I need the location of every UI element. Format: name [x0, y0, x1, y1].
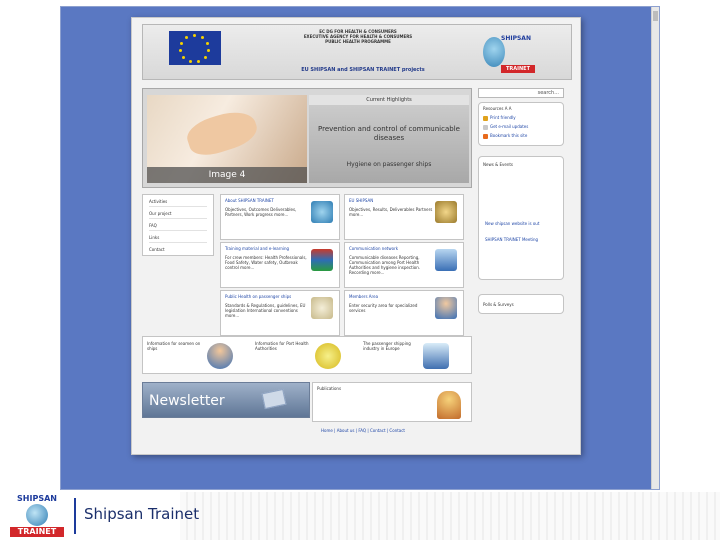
- agency-text: EC DG FOR HEALTH & CONSUMERS EXECUTIVE A…: [273, 29, 443, 44]
- logo-text-bottom: TRAINET: [501, 65, 535, 73]
- books-icon: [311, 249, 333, 271]
- print-link-label: Print friendly: [490, 115, 516, 120]
- computer-icon: [435, 249, 457, 271]
- public-health-cell[interactable]: Public Health on passenger ships Standar…: [220, 290, 340, 336]
- search-input[interactable]: search...: [478, 88, 564, 98]
- members-cell[interactable]: Members Area Enter security area for spe…: [344, 290, 464, 336]
- email-updates-link[interactable]: Get e-mail updates: [483, 124, 528, 130]
- block-title: The passenger shipping industry in Europ…: [363, 341, 411, 351]
- highlight-subline[interactable]: Hygiene on passenger ships: [309, 161, 469, 168]
- reader-icon: [437, 391, 461, 419]
- bookmark-label: Bookmark this site: [490, 133, 528, 138]
- cell-title[interactable]: About SHIPSAN TRAINET: [225, 198, 309, 203]
- left-navigation: Activities Our project FAQ Links Contact: [142, 194, 214, 256]
- website-screenshot: EC DG FOR HEALTH & CONSUMERS EXECUTIVE A…: [60, 6, 660, 490]
- cell-title[interactable]: Members Area: [349, 294, 433, 299]
- logo-text-bottom: TRAINET: [10, 527, 64, 537]
- block-title: Information for Port Health Authorities: [255, 341, 309, 351]
- cell-body: Objectives, Results, Deliverables Partne…: [349, 207, 433, 217]
- footer-stripe: [180, 492, 720, 540]
- cell-title[interactable]: EU SHIPSAN: [349, 198, 433, 203]
- cell-body: Communicable diseases Reporting, Communi…: [349, 255, 421, 275]
- shipsan-trainet-logo: SHIPSAN TRAINET: [10, 494, 64, 538]
- image-caption: Image 4: [147, 167, 307, 183]
- email-icon: [483, 124, 488, 130]
- block-title: Information for seamen on ships: [147, 341, 201, 351]
- sailor-icon: [207, 343, 233, 369]
- magnifier-icon: [311, 297, 333, 319]
- news-item[interactable]: SHIPSAN TRAINET Meeting: [485, 237, 559, 242]
- slide: EC DG FOR HEALTH & CONSUMERS EXECUTIVE A…: [0, 0, 720, 540]
- nav-item-our-project[interactable]: Our project: [149, 209, 207, 219]
- polls-box: Polls & Surveys: [478, 294, 564, 314]
- highlight-image[interactable]: Image 4: [147, 95, 307, 183]
- footer-links[interactable]: Home | About us | FAQ | Contact | Contac…: [308, 428, 418, 433]
- communication-cell[interactable]: Communication network Communicable disea…: [344, 242, 464, 288]
- print-icon: [483, 115, 488, 121]
- current-highlights-tab[interactable]: Current Highlights: [309, 95, 469, 105]
- cell-body: For crew members: Health Professionals, …: [225, 255, 307, 270]
- person-icon: [435, 297, 457, 319]
- cell-body: Objectives, Outcomes Deliverables, Partn…: [225, 207, 297, 217]
- globe-icon: [26, 504, 48, 526]
- highlight-headline: Prevention and control of communicable d…: [318, 125, 460, 142]
- print-link[interactable]: Print friendly: [483, 115, 516, 121]
- newsletter-banner[interactable]: Newsletter: [142, 382, 310, 418]
- highlight-text-panel: Current Highlights Prevention and contro…: [309, 95, 469, 183]
- bookmark-link[interactable]: Bookmark this site: [483, 133, 527, 139]
- agency-line-3: PUBLIC HEALTH PROGRAMME: [325, 39, 391, 44]
- port-authorities-block[interactable]: Information for Port Health Authorities: [253, 339, 359, 373]
- bookmark-icon: [483, 133, 488, 139]
- cell-title[interactable]: Training material and e-learning: [225, 246, 309, 251]
- logo-text-top: SHIPSAN: [17, 494, 57, 503]
- vertical-scrollbar[interactable]: [651, 7, 659, 489]
- logo-text-top: SHIPSAN: [501, 35, 531, 42]
- eu-shipsan-cell[interactable]: EU SHIPSAN Objectives, Results, Delivera…: [344, 194, 464, 240]
- web-page: EC DG FOR HEALTH & CONSUMERS EXECUTIVE A…: [131, 17, 581, 455]
- about-cell[interactable]: About SHIPSAN TRAINET Objectives, Outcom…: [220, 194, 340, 240]
- cell-body: Enter security area for specialized serv…: [349, 303, 418, 313]
- shipsan-trainet-logo[interactable]: SHIPSAN TRAINET: [479, 29, 539, 79]
- training-cell[interactable]: Training material and e-learning For cre…: [220, 242, 340, 288]
- nav-item-activities[interactable]: Activities: [149, 197, 207, 207]
- shipsan-logo-icon: [311, 201, 333, 223]
- publications-label: Publications: [317, 386, 342, 391]
- news-header: News & Events: [483, 162, 514, 167]
- inspector-icon: [315, 343, 341, 369]
- eu-flag-icon: [169, 31, 221, 65]
- envelope-icon: [261, 388, 287, 410]
- cell-title[interactable]: Public Health on passenger ships: [225, 294, 309, 299]
- cell-title[interactable]: Communication network: [349, 246, 433, 251]
- nav-item-links[interactable]: Links: [149, 233, 207, 243]
- newsletter-label: Newsletter: [149, 393, 225, 409]
- resources-box: Resources A A Print friendly Get e-mail …: [478, 102, 564, 146]
- email-updates-label: Get e-mail updates: [490, 124, 529, 129]
- polls-header[interactable]: Polls & Surveys: [483, 302, 514, 307]
- cruise-ship-icon: [423, 343, 449, 369]
- highlights-panel: Image 4 Current Highlights Prevention an…: [142, 88, 472, 188]
- scrollbar-thumb[interactable]: [653, 11, 658, 21]
- nav-item-faq[interactable]: FAQ: [149, 221, 207, 231]
- news-events-box: News & Events New shipsan website is out…: [478, 156, 564, 280]
- nav-item-contact[interactable]: Contact: [149, 245, 207, 255]
- publications-box[interactable]: Publications: [312, 382, 472, 422]
- header-banner: EC DG FOR HEALTH & CONSUMERS EXECUTIVE A…: [142, 24, 572, 80]
- hand-washing-image: [183, 105, 261, 161]
- resources-header: Resources A A: [483, 106, 512, 111]
- cell-body: Standards & Regulations, guidelines, EU …: [225, 303, 306, 318]
- emblem-icon: [435, 201, 457, 223]
- news-item[interactable]: New shipsan website is out: [485, 221, 559, 226]
- seamen-info-block[interactable]: Information for seamen on ships: [145, 339, 251, 373]
- project-title: EU SHIPSAN and SHIPSAN TRAINET projects: [301, 67, 425, 73]
- slide-title: Shipsan Trainet: [84, 505, 200, 523]
- shipping-industry-block[interactable]: The passenger shipping industry in Europ…: [361, 339, 467, 373]
- footer-divider: [74, 498, 76, 534]
- information-row: Information for seamen on ships Informat…: [142, 336, 472, 374]
